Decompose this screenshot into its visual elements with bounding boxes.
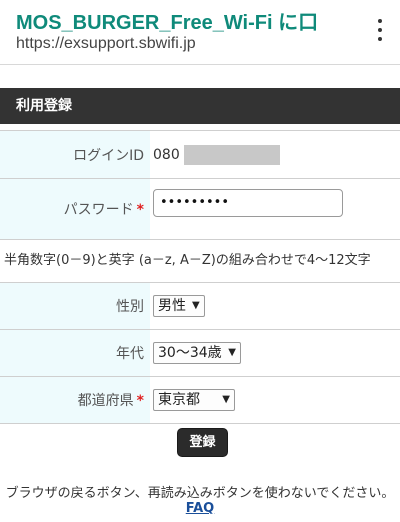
login-id-label: ログインID xyxy=(73,147,144,164)
age-row: 年代 30～34歳 ▼ xyxy=(0,330,400,377)
age-value: 30～34歳 xyxy=(158,345,222,361)
age-select[interactable]: 30～34歳 ▼ xyxy=(153,342,241,364)
prefecture-select[interactable]: 東京都 ▼ xyxy=(153,389,235,411)
more-options-icon[interactable] xyxy=(368,16,392,44)
required-mark: * xyxy=(136,393,144,409)
age-label: 年代 xyxy=(116,346,144,362)
prefecture-row: 都道府県 * 東京都 ▼ xyxy=(0,377,400,424)
dropdown-arrow-icon: ▼ xyxy=(192,300,200,311)
password-input[interactable]: ••••••••• xyxy=(153,189,343,217)
footer-note: ブラウザの戻るボタン、再読み込みボタンを使わないでください。 xyxy=(5,486,395,501)
required-mark: * xyxy=(136,202,144,218)
password-hint-row: 半角数字(0－9)と英字 (a－z, A－Z)の組み合わせで4～12文字 xyxy=(0,240,400,283)
password-hint: 半角数字(0－9)と英字 (a－z, A－Z)の組み合わせで4～12文字 xyxy=(4,253,371,268)
gender-value: 男性 xyxy=(158,298,186,314)
login-id-row: ログインID 080 xyxy=(0,130,400,179)
prefecture-value: 東京都 xyxy=(158,392,200,408)
register-button[interactable]: 登録 xyxy=(178,429,227,456)
prefecture-label: 都道府県 xyxy=(77,393,134,409)
password-row: パスワード * ••••••••• xyxy=(0,179,400,240)
dropdown-arrow-icon: ▼ xyxy=(228,347,236,358)
login-id-value: 080 xyxy=(153,146,180,163)
registration-form: ログインID 080 パスワード * ••••••••• 半角数字(0－9)と英字… xyxy=(0,130,400,424)
gender-select[interactable]: 男性 ▼ xyxy=(153,295,205,317)
url-text: https://exsupport.sbwifi.jp xyxy=(16,35,196,52)
gender-label: 性別 xyxy=(116,299,144,315)
dropdown-arrow-icon: ▼ xyxy=(222,394,230,405)
browser-header: MOS_BURGER_Free_Wi-Fi に口 https://exsuppo… xyxy=(0,0,400,65)
gender-row: 性別 男性 ▼ xyxy=(0,283,400,330)
section-header: 利用登録 xyxy=(0,88,400,124)
login-id-redacted xyxy=(183,144,280,165)
faq-link[interactable]: FAQ xyxy=(186,501,215,516)
page-title: MOS_BURGER_Free_Wi-Fi に口 xyxy=(16,12,319,34)
password-label: パスワード xyxy=(63,202,134,218)
